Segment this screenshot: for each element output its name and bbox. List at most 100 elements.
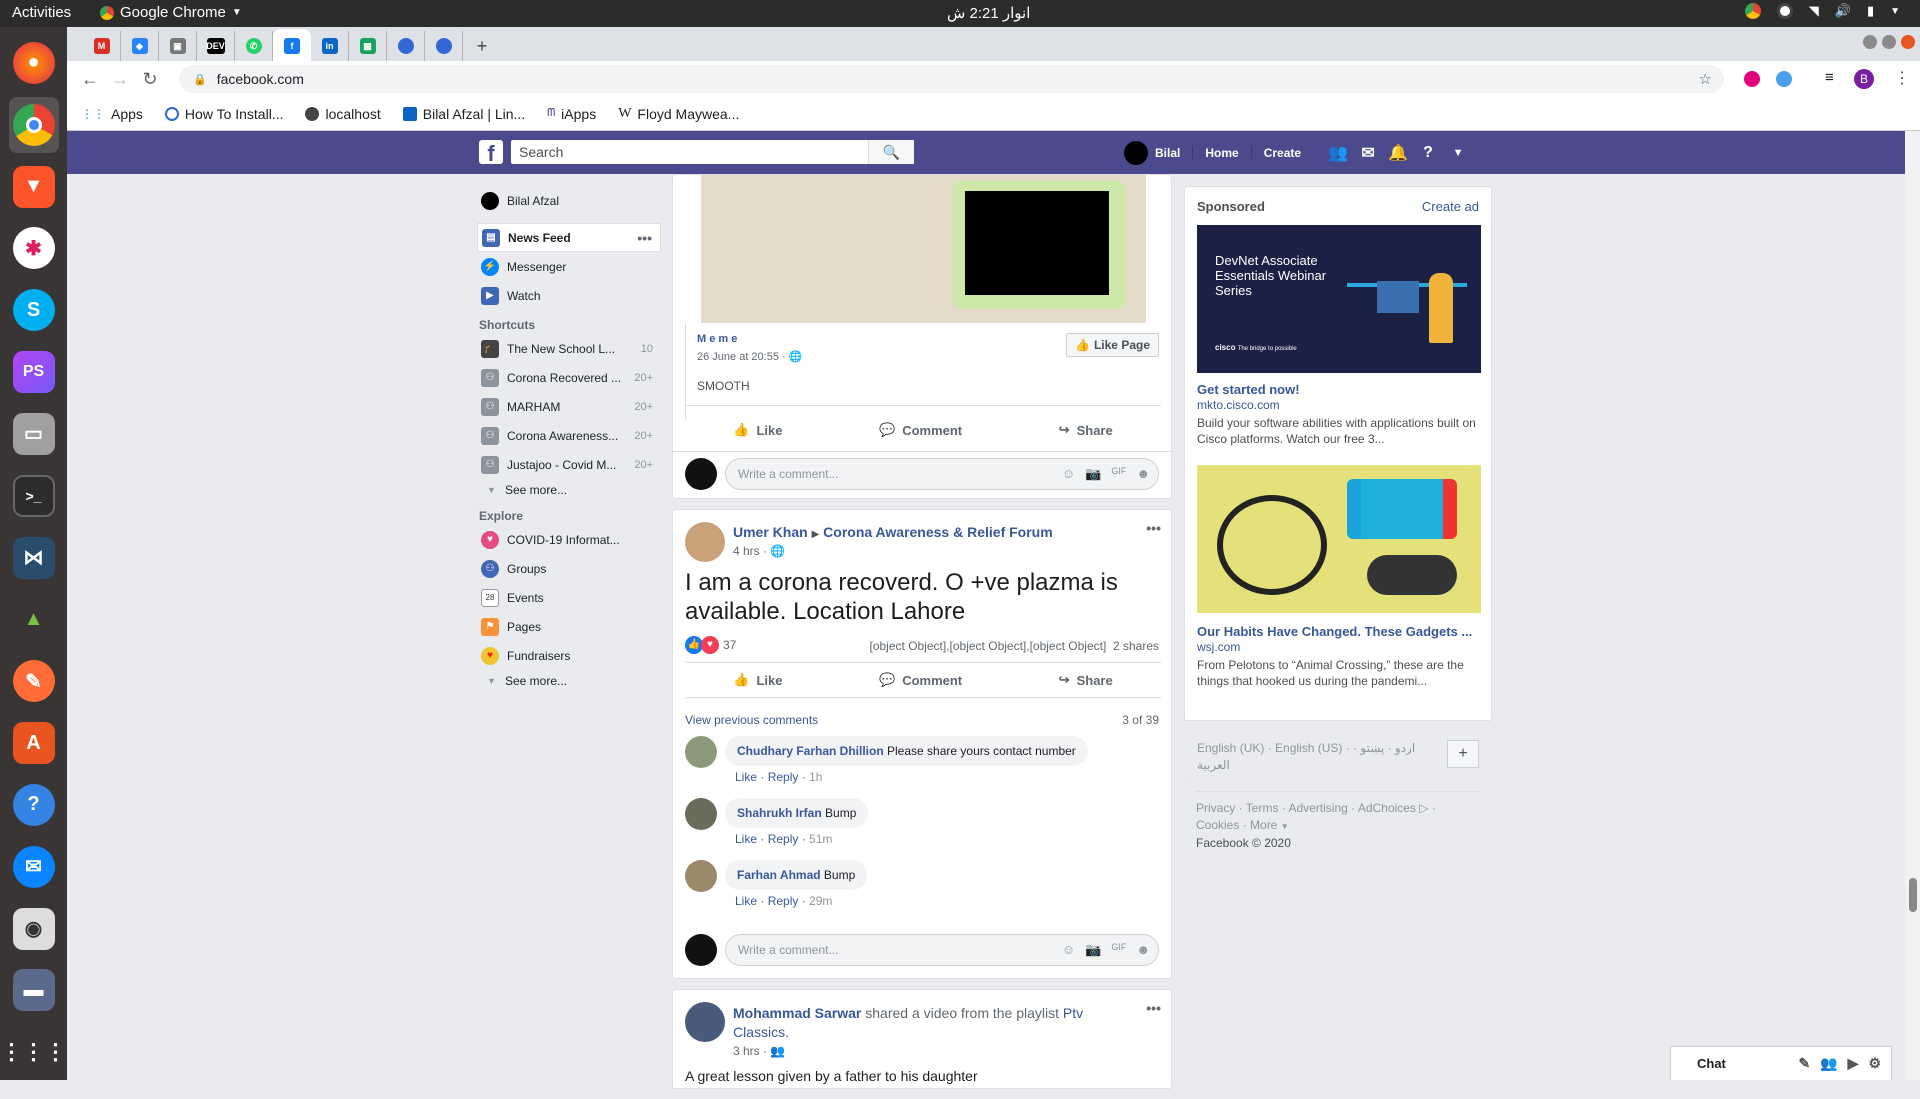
- explore-item-groups[interactable]: ⚇ Groups: [477, 554, 661, 583]
- dock-files[interactable]: ▭: [9, 406, 59, 462]
- comments-count[interactable]: [object Object],[object Object],[object …: [870, 639, 1107, 653]
- tab-globe-2[interactable]: [425, 31, 463, 61]
- commenter-name[interactable]: Farhan Ahmad: [737, 868, 821, 882]
- new-message-icon[interactable]: ✎: [1798, 1055, 1810, 1072]
- share-button[interactable]: ↪ Share: [1059, 672, 1113, 688]
- search-icon[interactable]: 🔍: [868, 140, 914, 164]
- dock-help[interactable]: ?: [9, 777, 59, 833]
- dock-rhythmbox[interactable]: ◉: [9, 901, 59, 957]
- shared-page-name[interactable]: M e m e: [697, 333, 737, 345]
- see-more-explore[interactable]: ▼ See more...: [477, 670, 661, 692]
- author-link[interactable]: Mohammad Sarwar: [733, 1005, 861, 1021]
- dock-phpstorm[interactable]: PS: [9, 344, 59, 400]
- tab-facebook[interactable]: f: [273, 29, 311, 63]
- sidebar-item-messenger[interactable]: ⚡ Messenger: [477, 252, 661, 281]
- dock-screenshot[interactable]: ▬: [9, 962, 59, 1018]
- sticker-icon[interactable]: ☻: [1136, 942, 1150, 958]
- avatar[interactable]: [685, 736, 717, 768]
- explore-item-pages[interactable]: ⚑ Pages: [477, 612, 661, 641]
- back-button[interactable]: ←: [75, 69, 105, 90]
- friend-requests-icon[interactable]: 👥: [1323, 143, 1353, 163]
- avatar[interactable]: [685, 1002, 725, 1042]
- ad-image-cisco[interactable]: DevNet Associate Essentials Webinar Seri…: [1197, 225, 1481, 373]
- tab-whatsapp[interactable]: ✆: [235, 31, 273, 61]
- ad-title[interactable]: Our Habits Have Changed. These Gadgets .…: [1197, 624, 1472, 639]
- shortcut-item[interactable]: ⚇ Justajoo - Covid M... 20+: [477, 450, 661, 479]
- emoji-icon[interactable]: ☺: [1062, 466, 1075, 482]
- maximize-button[interactable]: [1882, 35, 1896, 49]
- ad-domain[interactable]: wsj.com: [1197, 640, 1240, 654]
- dock-terminal[interactable]: >_: [9, 468, 59, 524]
- share-button[interactable]: ↪ Share: [1059, 422, 1113, 438]
- tab-jira[interactable]: ◆: [121, 31, 159, 61]
- avatar[interactable]: [685, 522, 725, 562]
- power-icon[interactable]: ▼: [1890, 6, 1900, 17]
- shortcut-item[interactable]: ⚇ Corona Recovered ... 20+: [477, 363, 661, 392]
- settings-gear-icon[interactable]: ⚙: [1868, 1055, 1881, 1072]
- comment-reply-link[interactable]: Reply: [768, 770, 799, 784]
- new-tab-button[interactable]: +: [463, 31, 501, 61]
- dock-rocket[interactable]: ▲: [9, 591, 59, 647]
- explore-item-events[interactable]: 28 Events: [477, 583, 661, 612]
- bookmark-wikipedia[interactable]: W Floyd Maywea...: [618, 106, 739, 122]
- see-more-shortcuts[interactable]: ▼ See more...: [477, 479, 661, 501]
- commenter-name[interactable]: Chudhary Farhan Dhillion: [737, 744, 884, 758]
- profile-avatar[interactable]: B: [1854, 69, 1874, 89]
- fb-search-input[interactable]: Search 🔍: [511, 140, 914, 164]
- minimize-button[interactable]: [1863, 35, 1877, 49]
- post-options-icon[interactable]: •••: [1146, 520, 1161, 536]
- clock[interactable]: انوار 2:21 ش: [947, 4, 1030, 22]
- activities-button[interactable]: Activities: [12, 4, 71, 21]
- tab-gmail[interactable]: M: [83, 31, 121, 61]
- view-previous-comments[interactable]: View previous comments: [685, 713, 818, 727]
- comment-like-link[interactable]: Like: [735, 770, 757, 784]
- obs-tray-icon[interactable]: [1776, 3, 1793, 19]
- explore-item-fundraisers[interactable]: ♥ Fundraisers: [477, 641, 661, 670]
- author-link[interactable]: Umer Khan: [733, 524, 808, 540]
- chrome-tray-icon[interactable]: [1744, 3, 1761, 19]
- bookmark-linkedin[interactable]: Bilal Afzal | Lin...: [402, 106, 525, 122]
- post-options-icon[interactable]: •••: [1146, 1000, 1161, 1016]
- dock-thunderbird[interactable]: ✉: [9, 839, 59, 895]
- explore-item-covid[interactable]: ♥ COVID-19 Informat...: [477, 525, 661, 554]
- gif-icon[interactable]: GIF: [1111, 466, 1126, 482]
- dock-postman[interactable]: ✎: [9, 653, 59, 709]
- comment-input[interactable]: Write a comment... ☺ 📷 GIF ☻: [725, 458, 1159, 490]
- shortcut-item[interactable]: ⚇ MARHAM 20+: [477, 392, 661, 421]
- menu-icon[interactable]: ⋮: [1894, 68, 1910, 88]
- ad-image-gadgets[interactable]: [1197, 465, 1481, 613]
- commenter-name[interactable]: Shahrukh Irfan: [737, 806, 822, 820]
- dock-slack[interactable]: ✱: [9, 220, 59, 276]
- account-menu-icon[interactable]: ▼: [1443, 147, 1473, 159]
- media-queue-icon[interactable]: ≡: [1825, 69, 1834, 86]
- like-page-button[interactable]: 👍 Like Page: [1066, 333, 1159, 357]
- tab-linkedin[interactable]: in: [311, 31, 349, 61]
- bookmark-localhost[interactable]: localhost: [305, 106, 381, 122]
- like-button[interactable]: 👍 Like: [733, 422, 782, 438]
- app-menu[interactable]: Google Chrome ▼: [100, 4, 242, 21]
- extension-search-icon[interactable]: [1776, 71, 1792, 87]
- shared-meme-image[interactable]: [701, 175, 1146, 323]
- language-links[interactable]: English (UK) · English (US) · اردو · پښت…: [1197, 740, 1427, 774]
- tab-dev[interactable]: DEV: [197, 31, 235, 61]
- close-window-button[interactable]: [1901, 35, 1915, 49]
- avatar[interactable]: [685, 860, 717, 892]
- new-group-icon[interactable]: 👥: [1820, 1055, 1837, 1072]
- create-link[interactable]: Create: [1250, 145, 1313, 160]
- shares-count[interactable]: 2 shares: [1113, 639, 1159, 653]
- video-call-icon[interactable]: ▶: [1848, 1055, 1859, 1072]
- ad-domain[interactable]: mkto.cisco.com: [1197, 398, 1280, 412]
- comment-reply-link[interactable]: Reply: [768, 832, 799, 846]
- facebook-logo-icon[interactable]: f: [479, 140, 503, 166]
- forward-button[interactable]: →: [105, 69, 135, 90]
- messenger-icon[interactable]: ✉: [1353, 143, 1383, 163]
- sidebar-profile[interactable]: Bilal Afzal: [477, 186, 661, 215]
- dock-firefox[interactable]: ●: [9, 35, 59, 91]
- comment-reply-link[interactable]: Reply: [768, 894, 799, 908]
- dock-software-center[interactable]: A: [9, 715, 59, 771]
- tab-archive[interactable]: ▣: [159, 31, 197, 61]
- reload-button[interactable]: ↻: [135, 69, 165, 90]
- footer-links-2[interactable]: Cookies · More ▼: [1196, 817, 1480, 835]
- page-scrollbar[interactable]: [1905, 131, 1920, 1080]
- ad-title[interactable]: Get started now!: [1197, 382, 1300, 397]
